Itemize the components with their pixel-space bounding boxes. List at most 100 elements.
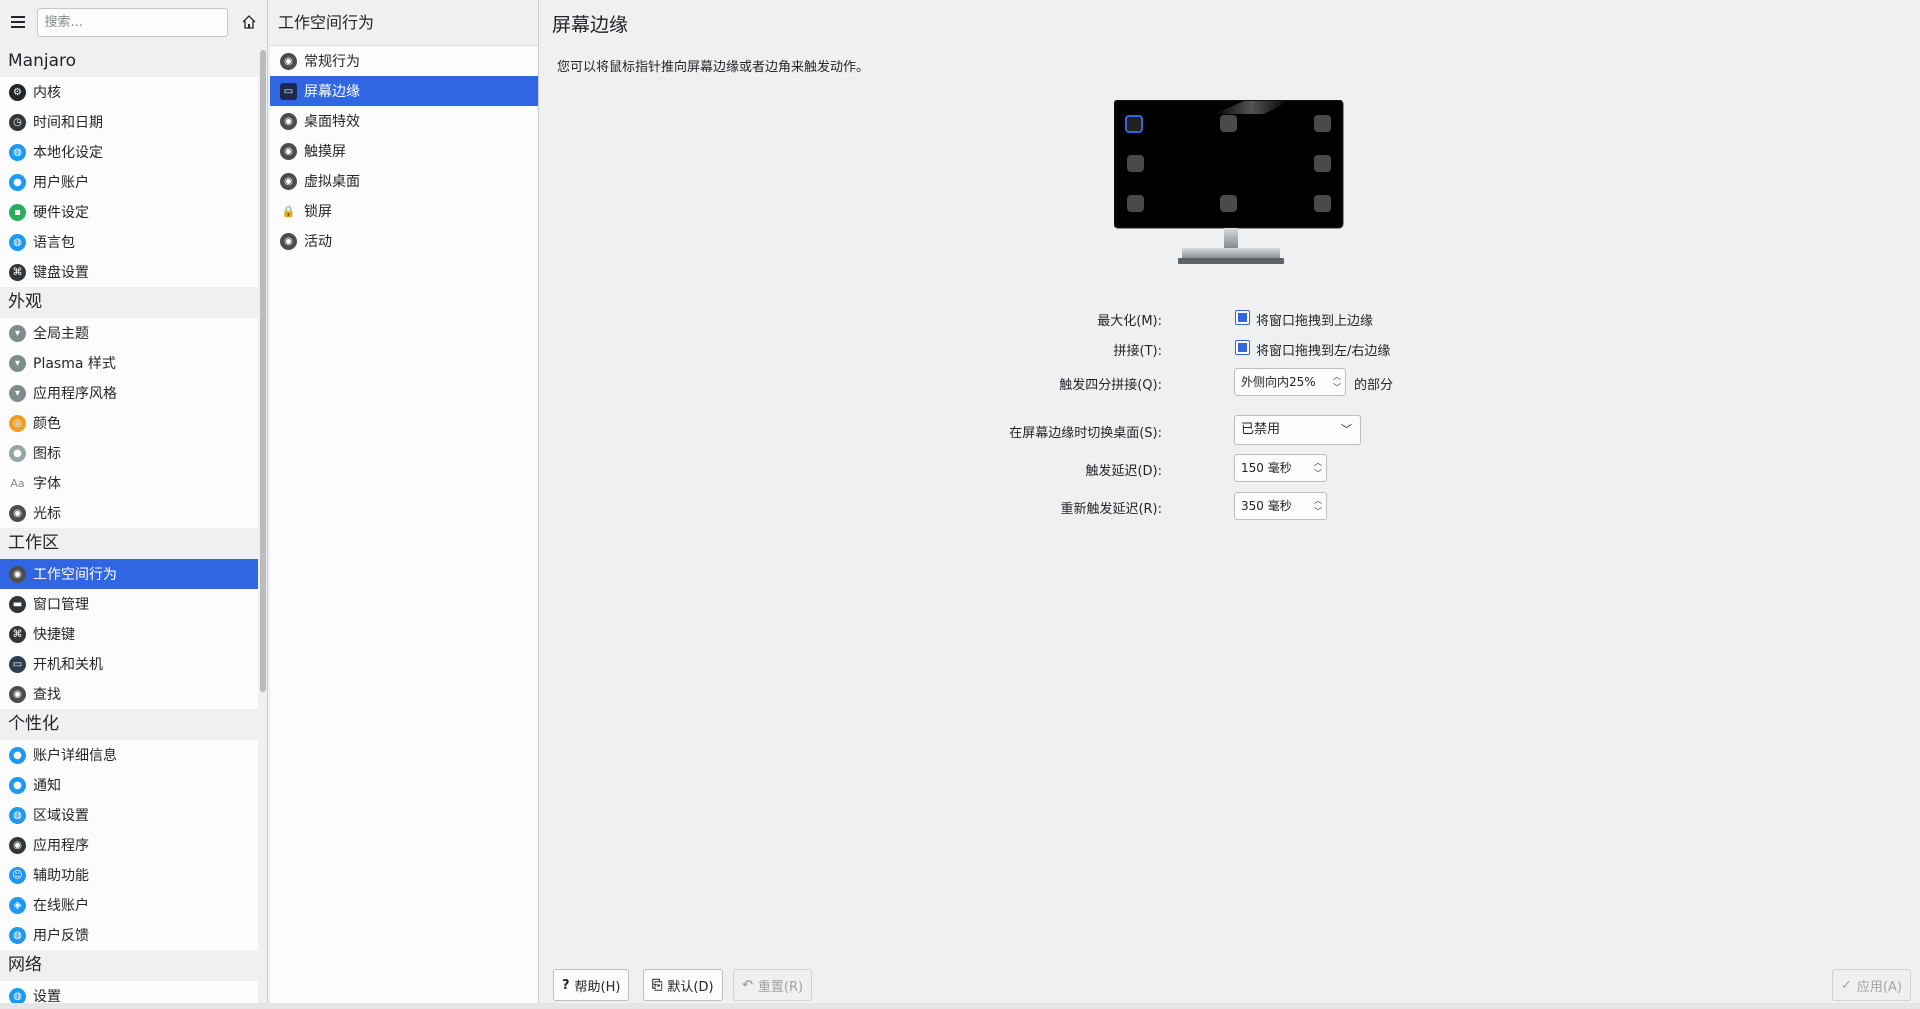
subcategory-item[interactable]: ◉ 桌面特效 (270, 106, 538, 136)
subcategory-item[interactable]: ▭ 屏幕边缘 (270, 76, 538, 106)
undo-icon: ↶ (742, 977, 753, 993)
sidebar-item[interactable]: ◉ 工作空间行为 (0, 559, 258, 589)
subcategory-item[interactable]: 🔒 锁屏 (270, 196, 538, 226)
reactivation-delay-spinbox[interactable]: 350 毫秒 ︿ ﹀ (1234, 492, 1327, 520)
apply-button[interactable]: ✓ 应用(A) (1832, 969, 1911, 1001)
gear-icon: ◉ (280, 232, 297, 250)
sidebar-item[interactable]: ◉ 光标 (0, 498, 258, 528)
quarter-tile-spinbox[interactable]: 外侧向内25% ︿ ﹀ (1234, 368, 1346, 396)
sidebar-item-label: Plasma 样式 (33, 356, 116, 372)
spin-arrows-icon[interactable]: ︿ ﹀ (1313, 496, 1323, 516)
sidebar-item[interactable]: ▾ 应用程序风格 (0, 378, 258, 408)
reset-button[interactable]: ↶ 重置(R) (733, 969, 813, 1001)
subcategory-item[interactable]: ◉ 触摸屏 (270, 136, 538, 166)
network-icon: ◍ (9, 987, 26, 1005)
sidebar-item-label: 内核 (33, 85, 61, 101)
sidebar-item-label: 用户反馈 (33, 928, 89, 944)
sidebar-category-title: 网络 (0, 950, 258, 981)
sidebar-item[interactable]: ▾ 全局主题 (0, 318, 258, 348)
spin-arrows-icon[interactable]: ︿ ﹀ (1332, 372, 1342, 392)
sidebar-item[interactable]: ◉ 查找 (0, 679, 258, 709)
notification-icon: ● (9, 776, 26, 794)
globe-icon: ◍ (9, 926, 26, 944)
apps-gear-icon: ◉ (9, 836, 26, 854)
power-icon: ▭ (9, 655, 26, 673)
edge-marker-top-right[interactable] (1314, 115, 1331, 132)
shirt-icon: ▾ (9, 324, 26, 342)
search-input[interactable] (37, 7, 228, 37)
quarter-tile-suffix: 的部分 (1354, 378, 1394, 393)
sidebar-item[interactable]: ◷ 时间和日期 (0, 107, 258, 137)
edge-marker-right[interactable] (1314, 155, 1331, 172)
menu-icon[interactable] (6, 10, 29, 34)
sidebar-list: Manjaro ⚙ 内核 ◷ 时间和日期 ◍ 本地化设定 ● 用户账户 ▪ 硬件设定 ◍ 语言包 ⌘ 键盘设… (0, 46, 258, 1009)
sidebar-item[interactable]: Aa 字体 (0, 468, 258, 498)
apply-button-label: 应用(A) (1856, 979, 1902, 995)
help-icon: ? (562, 977, 570, 993)
activation-delay-spinbox[interactable]: 150 毫秒 ︿ ﹀ (1234, 454, 1327, 482)
home-icon[interactable] (238, 10, 261, 34)
bottom-border (0, 1003, 1920, 1009)
sidebar-item-label: 查找 (33, 687, 61, 703)
apple-icon: ● (9, 444, 26, 462)
subcategory-panel: 工作空间行为 ◉ 常规行为 ▭ 屏幕边缘 ◉ 桌面特效 ◉ 触摸屏 ◉ 虚拟桌面 🔒 锁屏 ◉ 活动 (270, 0, 539, 1009)
maximize-checkbox-label[interactable]: 将窗口拖拽到上边缘 (1256, 310, 1373, 329)
spin-arrows-icon[interactable]: ︿ ﹀ (1313, 458, 1323, 478)
sidebar-item[interactable]: ⌘ 键盘设置 (0, 257, 258, 287)
help-button[interactable]: ? 帮助(H) (553, 969, 630, 1001)
sidebar-item[interactable]: ◉ 应用程序 (0, 830, 258, 860)
gear-icon: ◉ (280, 142, 297, 160)
sidebar-item[interactable]: ◍ 区域设置 (0, 800, 258, 830)
subcategory-item[interactable]: ◉ 活动 (270, 226, 538, 256)
sidebar-item[interactable]: ◍ 用户反馈 (0, 920, 258, 950)
sidebar-item[interactable]: ● 图标 (0, 438, 258, 468)
compass-icon: ◈ (9, 896, 26, 914)
sidebar-item[interactable]: ▬ 窗口管理 (0, 589, 258, 619)
sidebar-item[interactable]: ◍ 语言包 (0, 227, 258, 257)
quarter-tile-value: 外侧向内25% (1241, 375, 1316, 389)
sidebar-item-label: 区域设置 (33, 808, 89, 824)
sidebar-item[interactable]: ◍ 本地化设定 (0, 137, 258, 167)
sidebar-item[interactable]: ◈ 在线账户 (0, 890, 258, 920)
globe-icon: ◍ (9, 143, 26, 161)
sidebar-item-label: 本地化设定 (33, 145, 103, 161)
edge-marker-top-left[interactable] (1125, 115, 1143, 133)
sidebar-item[interactable]: ▪ 硬件设定 (0, 197, 258, 227)
sidebar-item[interactable]: ◎ 颜色 (0, 408, 258, 438)
edge-marker-bottom[interactable] (1220, 195, 1237, 212)
subcategory-item[interactable]: ◉ 常规行为 (270, 46, 538, 76)
sidebar-item[interactable]: ● 账户详细信息 (0, 740, 258, 770)
sidebar-item[interactable]: ▾ Plasma 样式 (0, 348, 258, 378)
switch-desktop-dropdown[interactable]: 已禁用 ﹀ (1234, 415, 1361, 445)
sidebar-scrollbar[interactable] (260, 50, 266, 692)
subcategory-item-label: 触摸屏 (304, 144, 346, 160)
sidebar-item[interactable]: ▭ 开机和关机 (0, 649, 258, 679)
defaults-button[interactable]: ⎘ 默认(D) (643, 969, 723, 1001)
sidebar-item-label: 应用程序风格 (33, 386, 117, 402)
sidebar-item-label: 在线账户 (33, 898, 89, 914)
maximize-checkbox[interactable] (1235, 310, 1250, 325)
sidebar-item-label: 开机和关机 (33, 657, 103, 673)
sidebar-item-label: 硬件设定 (33, 205, 89, 221)
tile-checkbox-label[interactable]: 将窗口拖拽到左/右边缘 (1256, 340, 1390, 359)
check-icon: ✓ (1841, 977, 1852, 993)
page-title: 屏幕边缘 (552, 14, 629, 36)
page-description: 您可以将鼠标指针推向屏幕边缘或者边角来触发动作。 (557, 60, 870, 75)
reset-button-label: 重置(R) (757, 979, 804, 995)
sidebar-item[interactable]: ☺ 辅助功能 (0, 860, 258, 890)
edge-marker-top[interactable] (1220, 115, 1237, 132)
subcategory-item[interactable]: ◉ 虚拟桌面 (270, 166, 538, 196)
sidebar: Manjaro ⚙ 内核 ◷ 时间和日期 ◍ 本地化设定 ● 用户账户 ▪ 硬件设定 ◍ 语言包 ⌘ 键盘设… (0, 0, 268, 1009)
sidebar-item[interactable]: ⌘ 快捷键 (0, 619, 258, 649)
edge-marker-left[interactable] (1127, 155, 1144, 172)
globe-icon: ◍ (9, 806, 26, 824)
sidebar-item[interactable]: ● 用户账户 (0, 167, 258, 197)
edge-marker-bottom-left[interactable] (1127, 195, 1144, 212)
gear-icon: ◉ (280, 52, 297, 70)
edge-marker-bottom-right[interactable] (1314, 195, 1331, 212)
gear-icon: ◉ (280, 112, 297, 130)
sidebar-item[interactable]: ⚙ 内核 (0, 77, 258, 107)
sidebar-item[interactable]: ● 通知 (0, 770, 258, 800)
window-icon: ▬ (9, 595, 26, 613)
tile-checkbox[interactable] (1235, 340, 1250, 355)
